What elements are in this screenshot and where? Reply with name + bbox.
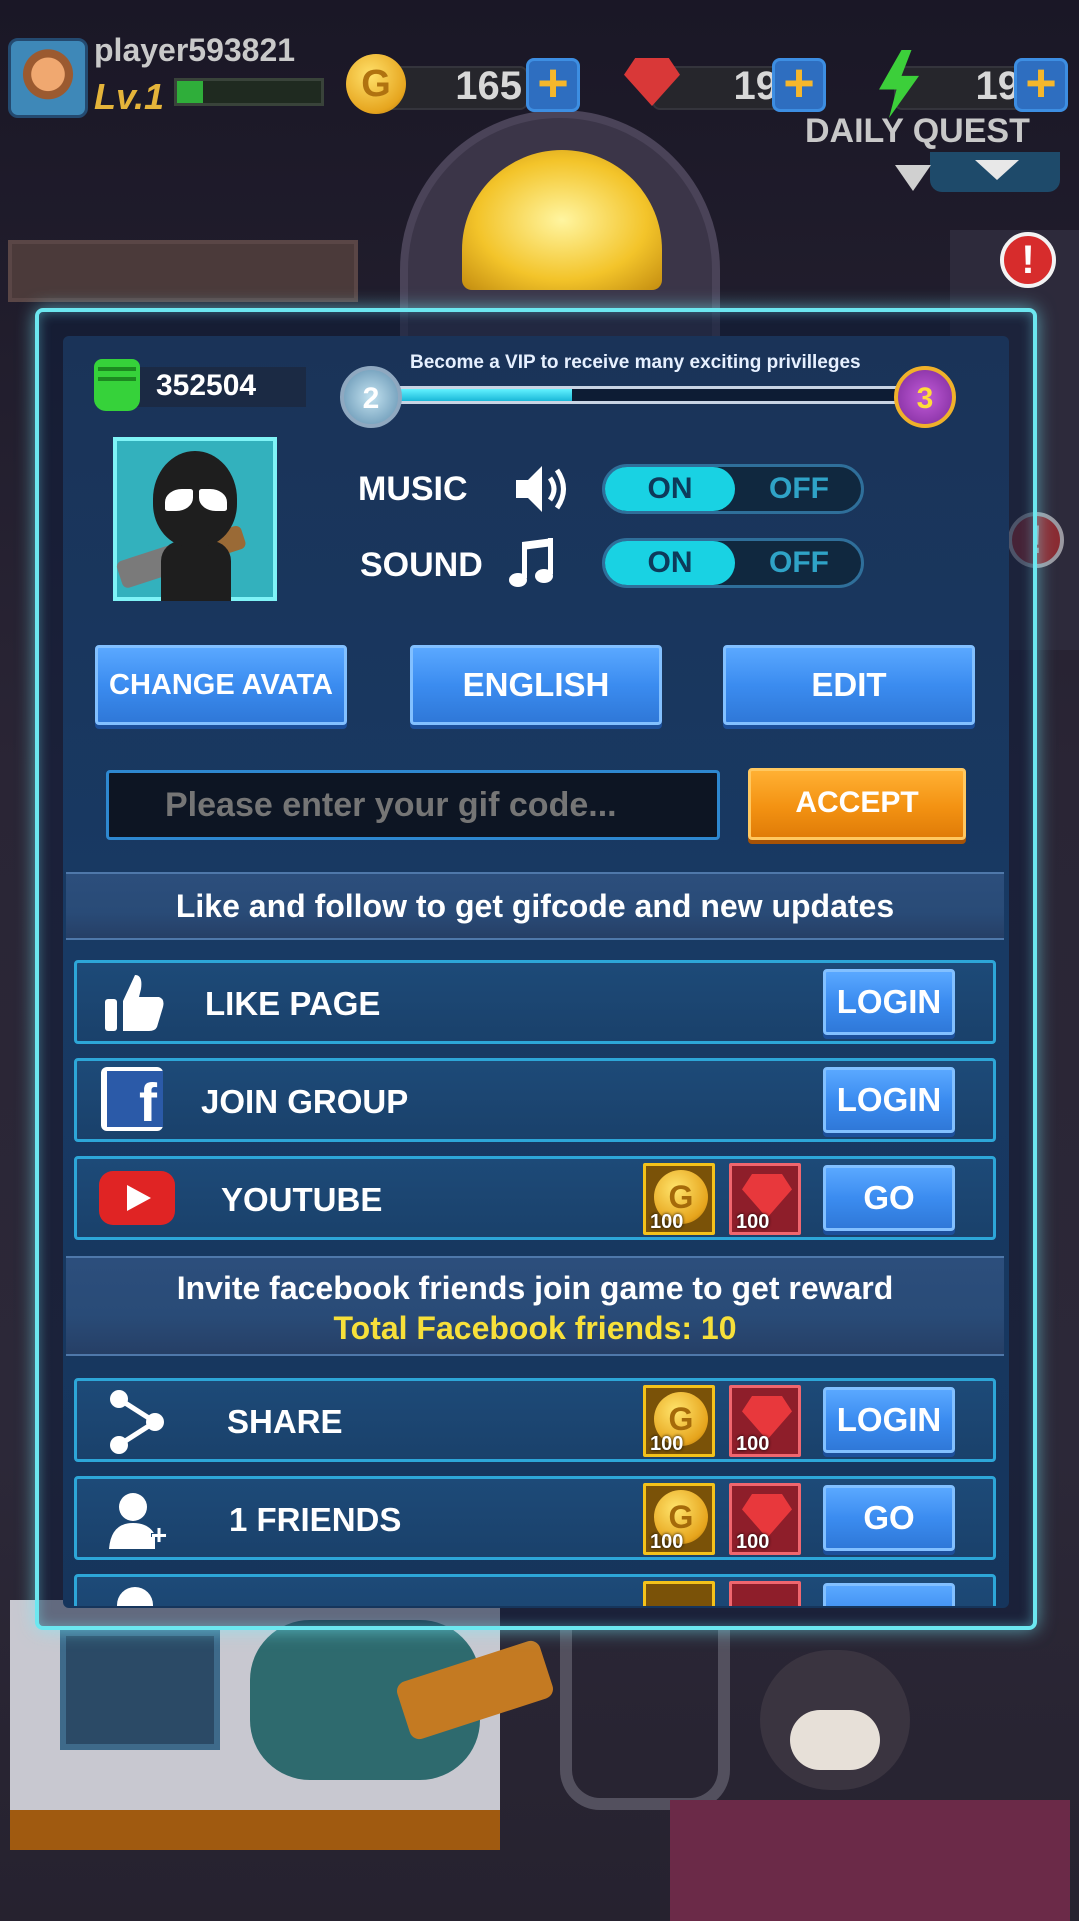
facebook-icon — [101, 1067, 163, 1131]
list-item-join-group: JOIN GROUP LOGIN — [74, 1058, 996, 1142]
invite-banner: Invite facebook friends join game to get… — [66, 1256, 1004, 1356]
sound-toggle[interactable]: ON OFF — [602, 538, 864, 588]
wall-sign — [8, 240, 358, 302]
machine — [60, 1630, 220, 1750]
gift-code-input[interactable] — [106, 770, 720, 840]
vip-progress-bar — [380, 386, 910, 404]
like-page-label: LIKE PAGE — [205, 985, 381, 1022]
youtube-go-button[interactable]: GO — [823, 1165, 955, 1231]
vip-progress-fill — [383, 389, 572, 401]
scientist-face — [790, 1710, 880, 1770]
join-group-login-button[interactable]: LOGIN — [823, 1067, 955, 1133]
xp-fill — [177, 81, 203, 103]
chevron-down-icon — [975, 160, 1019, 180]
join-group-label: JOIN GROUP — [201, 1083, 409, 1120]
coin-reward: G 100 — [643, 1483, 715, 1555]
player-level: Lv.1 — [94, 76, 165, 117]
friend-icon — [117, 1587, 153, 1606]
vip-next-badge: 3 — [894, 366, 956, 428]
gem-reward: 100 — [729, 1385, 801, 1457]
music-on[interactable]: ON — [605, 467, 735, 511]
change-avatar-button[interactable]: CHANGE AVATA — [95, 645, 347, 725]
music-toggle[interactable]: ON OFF — [602, 464, 864, 514]
thumbs-up-icon — [105, 975, 164, 1031]
profile-avatar[interactable] — [113, 437, 277, 601]
player-avatar[interactable] — [8, 38, 88, 118]
share-icon — [110, 1390, 164, 1454]
coin-reward: G 100 — [643, 1385, 715, 1457]
youtube-icon — [99, 1171, 175, 1225]
fist-icon — [94, 359, 140, 411]
list-item-1-friends: 1 FRIENDS G 100 100 GO — [74, 1476, 996, 1560]
follow-title: Like and follow to get gifcode and new u… — [175, 888, 895, 924]
energy-counter: 19 + — [854, 50, 1074, 118]
alert-icon[interactable]: ! — [1000, 232, 1056, 288]
top-hud: player593821 Lv.1 G 165 + 19 + 19 + DAIL… — [0, 0, 1079, 160]
add-energy-button[interactable]: + — [1014, 56, 1068, 112]
speaker-icon — [516, 466, 566, 512]
vip-message: Become a VIP to receive many exciting pr… — [410, 352, 861, 373]
gem-value: 19 — [733, 64, 779, 108]
youtube-label: YOUTUBE — [221, 1181, 383, 1218]
add-friend-icon — [109, 1493, 167, 1549]
1-friends-go-button[interactable]: GO — [823, 1485, 955, 1551]
add-gems-button[interactable]: + — [772, 56, 826, 112]
list-item-clipped — [74, 1574, 996, 1606]
accept-button[interactable]: ACCEPT — [748, 768, 966, 840]
coin-icon: G — [346, 54, 406, 114]
gem-counter: 19 + — [612, 54, 832, 112]
follow-banner: Like and follow to get gifcode and new u… — [66, 872, 1004, 940]
edit-button[interactable]: EDIT — [723, 645, 975, 725]
list-item-youtube: YOUTUBE G 100 100 GO — [74, 1156, 996, 1240]
stickman-head — [153, 451, 237, 547]
energy-value: 19 — [975, 64, 1021, 108]
sound-label: SOUND — [360, 546, 483, 584]
weapon-shelf — [670, 1800, 1070, 1921]
facebook-friends-count: Total Facebook friends: 10 — [333, 1310, 737, 1346]
share-label: SHARE — [227, 1403, 343, 1440]
player-name: player593821 — [94, 32, 296, 68]
pipe — [560, 1630, 730, 1810]
like-page-login-button[interactable]: LOGIN — [823, 969, 955, 1035]
gem-reward: 100 — [729, 1163, 801, 1235]
gem-reward: 100 — [729, 1483, 801, 1555]
music-off[interactable]: OFF — [735, 467, 863, 511]
music-label: MUSIC — [358, 470, 468, 508]
coin-counter: G 165 + — [340, 54, 580, 114]
language-button[interactable]: ENGLISH — [410, 645, 662, 725]
sound-off[interactable]: OFF — [735, 541, 863, 585]
coin-reward: G 100 — [643, 1163, 715, 1235]
xp-bar — [174, 78, 324, 106]
power-value: 352504 — [156, 369, 257, 402]
list-item-like-page: LIKE PAGE LOGIN — [74, 960, 996, 1044]
music-note-icon — [509, 538, 553, 587]
pointer-arrow-icon — [895, 165, 931, 191]
vip-current-badge: 2 — [340, 366, 402, 428]
1-friends-label: 1 FRIENDS — [229, 1501, 402, 1538]
next-row-button[interactable] — [823, 1583, 955, 1606]
add-coins-button[interactable]: + — [526, 56, 580, 112]
daily-quest-label[interactable]: DAILY QUEST — [805, 112, 1030, 151]
list-item-share: SHARE G 100 100 LOGIN — [74, 1378, 996, 1462]
power-display: 352504 — [70, 355, 306, 411]
sound-on[interactable]: ON — [605, 541, 735, 585]
invite-title: Invite facebook friends join game to get… — [176, 1270, 894, 1306]
share-login-button[interactable]: LOGIN — [823, 1387, 955, 1453]
floor-stripe — [10, 1810, 500, 1850]
coin-value: 165 — [455, 64, 522, 108]
